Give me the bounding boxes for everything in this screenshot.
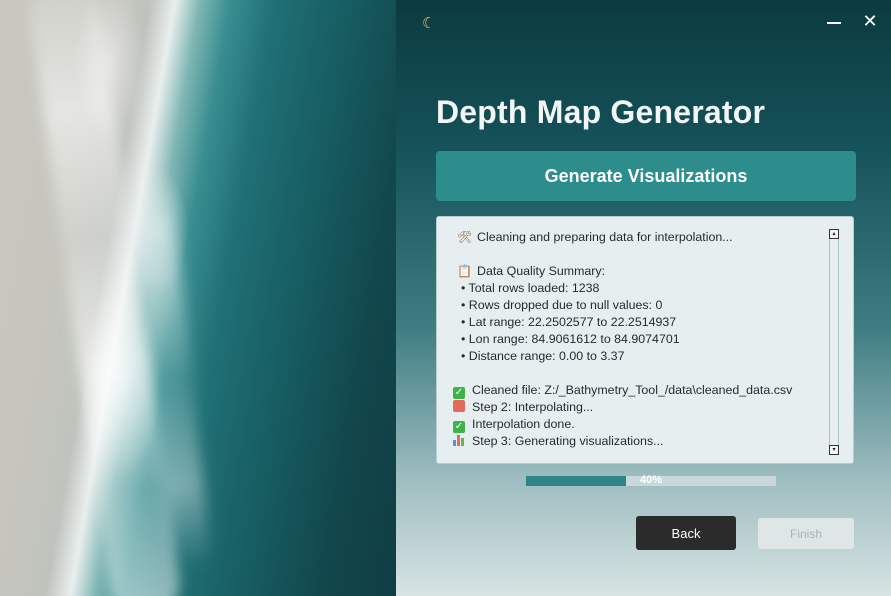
scroll-down-button[interactable]: ▾ [829, 445, 839, 455]
close-button[interactable]: ✕ [858, 10, 882, 34]
log-line-text: • Total rows loaded: 1238 [461, 281, 600, 295]
back-button[interactable]: Back [636, 516, 736, 550]
log-line-text: Data Quality Summary: [477, 264, 606, 278]
minimize-icon [827, 22, 841, 24]
log-line-text: Cleaning and preparing data for interpol… [477, 230, 733, 244]
bar-chart-icon [453, 434, 465, 446]
log-text: 🛠 Cleaning and preparing data for interpo… [453, 229, 823, 450]
log-line: Step 3: Generating visualizations... [453, 433, 823, 450]
log-line-text: Step 2: Interpolating... [472, 400, 594, 414]
log-line: • Rows dropped due to null values: 0 [453, 297, 823, 314]
ocean-beach-photo [0, 0, 396, 596]
log-output[interactable]: 🛠 Cleaning and preparing data for interpo… [436, 216, 854, 464]
close-icon: ✕ [862, 11, 878, 32]
log-line: 🛠 Cleaning and preparing data for interpo… [453, 229, 823, 246]
log-line: • Lat range: 22.2502577 to 22.2514937 [453, 314, 823, 331]
log-line: 📋 Data Quality Summary: [453, 263, 823, 280]
log-line: • Total rows loaded: 1238 [453, 280, 823, 297]
scroll-up-button[interactable]: ▴ [829, 229, 839, 239]
log-line-text: Cleaned file: Z:/_Bathymetry_Tool_/data\… [472, 383, 793, 397]
check-icon: ✓ [453, 421, 465, 433]
progress-label: 40% [639, 474, 663, 486]
log-line-text: • Lon range: 84.9061612 to 84.9074701 [461, 332, 680, 346]
finish-button[interactable]: Finish [758, 518, 854, 549]
log-line: ✓ Cleaned file: Z:/_Bathymetry_Tool_/data… [453, 382, 823, 399]
minimize-button[interactable] [822, 10, 846, 34]
clipboard-icon: 📋 [457, 264, 472, 278]
log-line-text: • Distance range: 0.00 to 3.37 [461, 349, 625, 363]
log-line: ✓ Interpolation done. [453, 416, 823, 433]
progress-bar: 40% [526, 474, 776, 486]
generate-visualizations-button[interactable]: Generate Visualizations [436, 151, 856, 201]
log-line: • Distance range: 0.00 to 3.37 [453, 348, 823, 365]
log-line-text: Interpolation done. [472, 417, 575, 431]
check-icon: ✓ [453, 387, 465, 399]
log-blank-line [453, 246, 823, 263]
main-panel: ☾ ✕ Depth Map Generator Generate Visuali… [396, 0, 891, 596]
log-scrollbar[interactable]: ▴ ▾ [829, 229, 839, 455]
log-line-text: • Rows dropped due to null values: 0 [461, 298, 663, 312]
app-title: Depth Map Generator [436, 94, 766, 130]
log-line-text: Step 3: Generating visualizations... [472, 434, 664, 448]
abacus-icon [453, 400, 465, 412]
moon-icon[interactable]: ☾ [422, 14, 435, 32]
log-line-text: • Lat range: 22.2502577 to 22.2514937 [461, 315, 677, 329]
log-line: • Lon range: 84.9061612 to 84.9074701 [453, 331, 823, 348]
tools-icon: 🛠 [457, 230, 473, 244]
log-line: Step 2: Interpolating... [453, 399, 823, 416]
log-blank-line [453, 365, 823, 382]
